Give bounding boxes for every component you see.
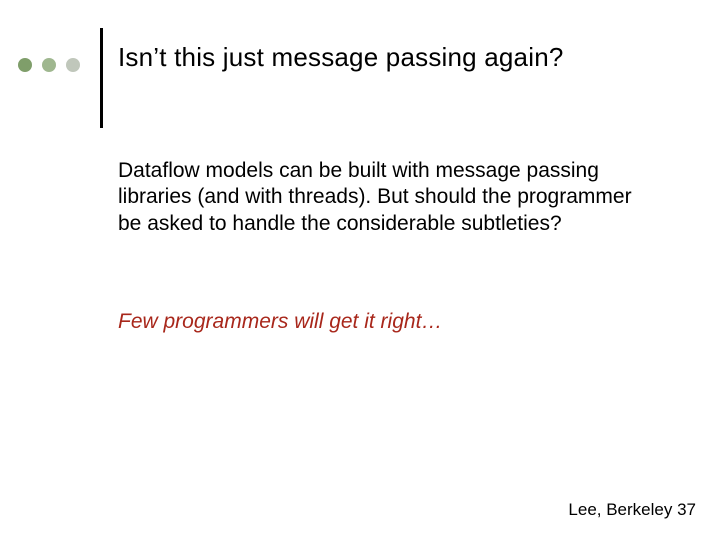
slide-container: Isn’t this just message passing again? D… (0, 0, 720, 540)
body-paragraph-2: Few programmers will get it right… (118, 310, 638, 334)
slide-footer: Lee, Berkeley 37 (568, 500, 696, 520)
dot-icon (66, 58, 80, 72)
dot-icon (42, 58, 56, 72)
dot-icon (18, 58, 32, 72)
slide-title: Isn’t this just message passing again? (118, 42, 564, 73)
decorative-dots (18, 58, 80, 72)
body-paragraph-1: Dataflow models can be built with messag… (118, 158, 638, 237)
vertical-divider (100, 28, 103, 128)
